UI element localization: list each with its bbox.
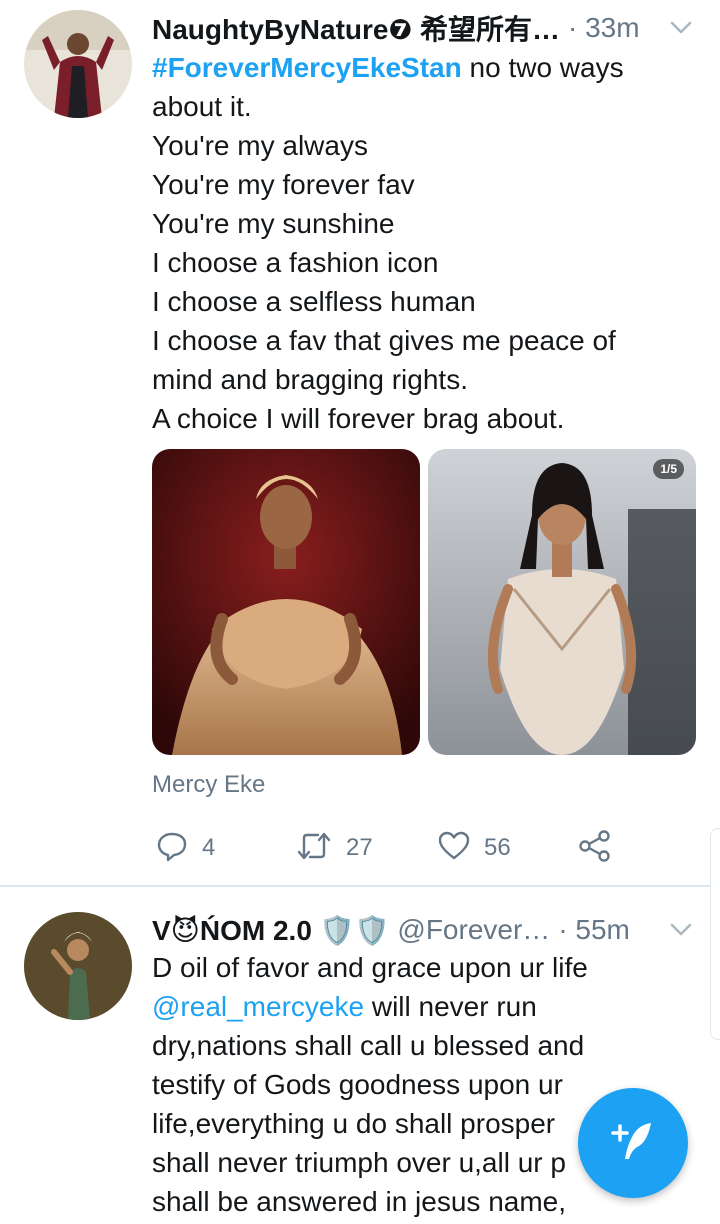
tweet-line: about it. bbox=[152, 91, 252, 122]
reply-count: 4 bbox=[202, 834, 216, 861]
tweet-header: NaughtyByNature❼ 希望所有… · 33m bbox=[152, 8, 694, 48]
media-gallery: 1/5 bbox=[152, 449, 696, 755]
tweet-line: @real_mercyeke will never run bbox=[152, 987, 680, 1026]
like-count: 56 bbox=[484, 834, 511, 861]
reply-button[interactable]: 4 bbox=[156, 828, 215, 868]
retweet-button[interactable]: 27 bbox=[296, 828, 373, 868]
tagged-user[interactable]: Mercy Eke bbox=[152, 771, 265, 799]
tweet-line: A choice I will forever brag about. bbox=[152, 403, 565, 434]
display-name[interactable]: NaughtyByNature❼ 希望所有… bbox=[152, 8, 560, 48]
tweet-divider bbox=[0, 885, 720, 887]
tweet-line: You're my sunshine bbox=[152, 208, 395, 239]
like-button[interactable]: 56 bbox=[438, 828, 511, 868]
media-counter: 1/5 bbox=[653, 459, 684, 479]
tweet-line: I choose a fashion icon bbox=[152, 247, 439, 278]
retweet-icon bbox=[296, 830, 332, 867]
tweet-line: You're my always bbox=[152, 130, 368, 161]
share-icon bbox=[578, 829, 612, 868]
compose-button[interactable] bbox=[578, 1088, 688, 1198]
compose-icon bbox=[607, 1115, 659, 1172]
tweet-header: V😈ŃOM 2.0 🛡️🛡️ @Forever… · 55m bbox=[152, 910, 694, 950]
tweet-line: dry,nations shall call u blessed and bbox=[152, 1030, 585, 1061]
avatar[interactable] bbox=[24, 912, 132, 1020]
share-button[interactable] bbox=[578, 828, 612, 868]
tweet-actions: 4 27 56 bbox=[152, 828, 632, 868]
chevron-down-icon[interactable] bbox=[668, 15, 694, 41]
hashtag-link[interactable]: #ForeverMercyEkeStan bbox=[152, 52, 462, 83]
reply-icon bbox=[156, 830, 188, 867]
retweet-count: 27 bbox=[346, 834, 373, 861]
tweet-line: I choose a fav that gives me peace of bbox=[152, 325, 616, 356]
avatar[interactable] bbox=[24, 10, 132, 118]
tweet-line-rest: no two ways bbox=[461, 52, 624, 83]
side-drawer-handle[interactable] bbox=[710, 828, 720, 1040]
heart-icon bbox=[438, 830, 470, 867]
photo-gold-gown[interactable] bbox=[152, 449, 420, 755]
timestamp: · 55m bbox=[558, 914, 630, 945]
tweet-line-rest: will never run bbox=[364, 991, 537, 1022]
tweet-line: I choose a selfless human bbox=[152, 286, 476, 317]
tweet-line: mind and bragging rights. bbox=[152, 364, 468, 395]
display-name[interactable]: V😈ŃOM 2.0 🛡️🛡️ bbox=[152, 914, 389, 947]
mention-link[interactable]: @real_mercyeke bbox=[152, 991, 364, 1022]
photo-crystal-gown[interactable]: 1/5 bbox=[428, 449, 696, 755]
tweet-card[interactable]: NaughtyByNature❼ 希望所有… · 33m #ForeverMer… bbox=[0, 0, 720, 884]
tweet-text: #ForeverMercyEkeStan no two ways about i… bbox=[152, 48, 680, 438]
tweet-line: D oil of favor and grace upon ur life bbox=[152, 952, 588, 983]
chevron-down-icon[interactable] bbox=[668, 917, 694, 943]
timestamp: · 33m bbox=[567, 12, 640, 43]
user-handle[interactable]: @Forever… bbox=[397, 914, 550, 946]
tweet-line: #ForeverMercyEkeStan no two ways bbox=[152, 48, 680, 87]
tweet-line: You're my forever fav bbox=[152, 169, 415, 200]
